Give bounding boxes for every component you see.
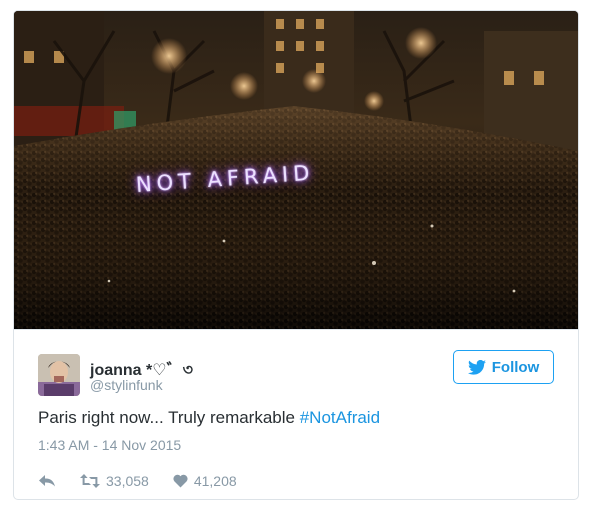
follow-button[interactable]: Follow (453, 350, 554, 384)
retweet-count: 33,058 (106, 473, 149, 489)
retweet-icon (80, 474, 100, 488)
retweet-button[interactable]: 33,058 (80, 473, 149, 489)
follow-button-label: Follow (491, 358, 540, 376)
tweet-actions: 33,058 41,208 (38, 471, 237, 491)
tweet-photo[interactable]: NOT AFRAID (14, 11, 578, 329)
hashtag-link[interactable]: #NotAfraid (300, 408, 380, 427)
tweet-timestamp[interactable]: 1:43 AM - 14 Nov 2015 (38, 437, 181, 453)
heart-icon (173, 474, 188, 488)
tweet-text: Paris right now... Truly remarkable #Not… (38, 408, 380, 428)
tweet-text-body: Paris right now... Truly remarkable (38, 408, 300, 427)
tweet-card: NOT AFRAID joanna *♡゛৩ @stylinfunk Follo… (13, 10, 579, 500)
reply-button[interactable] (38, 474, 56, 488)
avatar-image (38, 354, 80, 396)
twitter-bird-icon (467, 359, 486, 375)
like-count: 41,208 (193, 473, 237, 489)
tweet-body: joanna *♡゛৩ @stylinfunk Follow Paris rig… (14, 329, 578, 499)
reply-icon (39, 475, 55, 487)
avatar[interactable] (38, 354, 80, 396)
user-handle[interactable]: @stylinfunk (90, 377, 163, 393)
like-button[interactable]: 41,208 (173, 473, 237, 489)
